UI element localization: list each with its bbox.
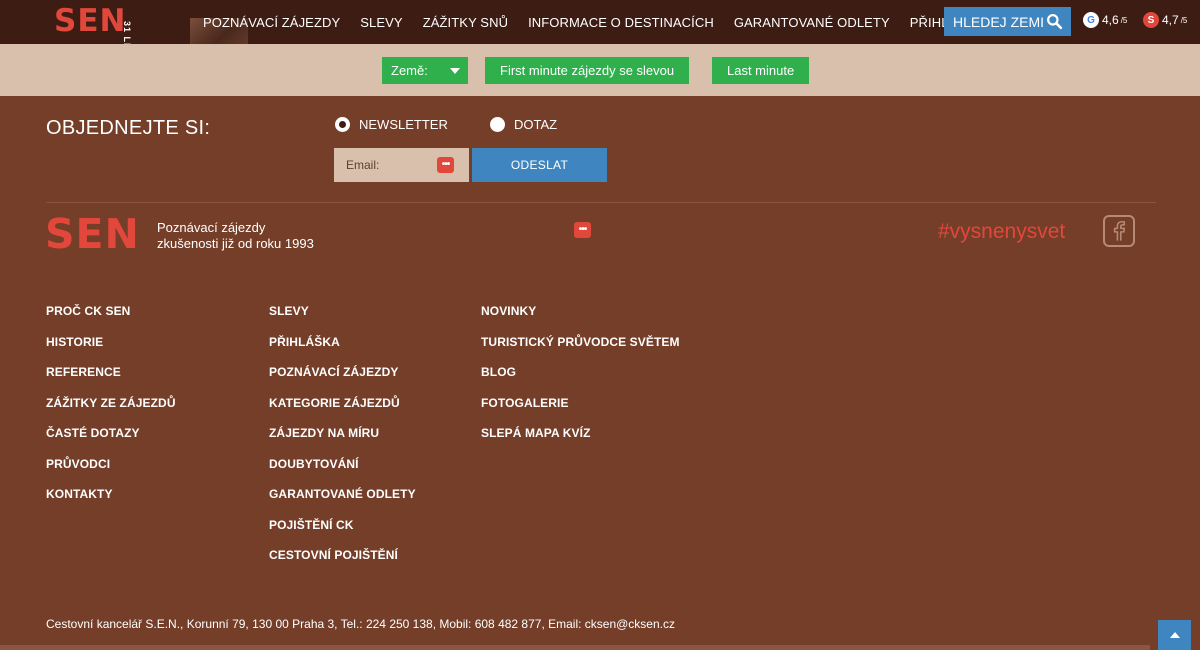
google-rating-value: 4,6 [1102,13,1119,27]
footer-link: NOVINKY [481,304,680,335]
country-select[interactable]: Země: [382,57,468,84]
tagline-line-1: Poznávací zájezdy [157,220,266,235]
link-kategorie-zajezdu[interactable]: KATEGORIE ZÁJEZDŮ [269,396,400,410]
nav-garantovane-odlety[interactable]: GARANTOVANÉ ODLETY [724,15,900,30]
country-select-label: Země: [391,63,428,78]
footer-link: CESTOVNÍ POJIŠTĚNÍ [269,548,416,579]
footer-link: PRŮVODCI [46,457,176,488]
footer-link: ZÁJEZDY NA MÍRU [269,426,416,457]
footer-link: ZÁŽITKY ZE ZÁJEZDŮ [46,396,176,427]
google-rating-scale: /5 [1120,15,1128,25]
link-fotogalerie[interactable]: FOTOGALERIE [481,396,569,410]
tagline: Poznávací zájezdy zkušenosti již od roku… [157,220,314,252]
radio-newsletter[interactable]: NEWSLETTER [335,117,448,132]
chevron-down-icon [450,68,460,74]
search-country-button[interactable]: HLEDEJ ZEMI [944,7,1071,36]
link-caste-dotazy[interactable]: ČASTÉ DOTAZY [46,426,140,440]
nav-slevy[interactable]: SLEVY [350,15,412,30]
company-address: Cestovní kancelář S.E.N., Korunní 79, 13… [46,617,675,631]
footer-link: DOUBYTOVÁNÍ [269,457,416,488]
facebook-icon[interactable] [1103,215,1135,247]
link-pruvodci[interactable]: PRŮVODCI [46,457,110,471]
footer-link: POZNÁVACÍ ZÁJEZDY [269,365,416,396]
link-prihlaska[interactable]: PŘIHLÁŠKA [269,335,340,349]
filter-bar: Země: First minute zájezdy se slevou Las… [0,44,1200,96]
site-logo[interactable]: SEN 31 LET [50,0,166,57]
link-pojisteni-ck[interactable]: POJIŠTĚNÍ CK [269,518,354,532]
footer-links-col1: PROČ CK SEN HISTORIE REFERENCE ZÁŽITKY Z… [46,304,176,518]
link-cestovni-pojisteni[interactable]: CESTOVNÍ POJIŠTĚNÍ [269,548,398,562]
link-turisticky-pruvodce[interactable]: TURISTICKÝ PRŮVODCE SVĚTEM [481,335,680,349]
link-historie[interactable]: HISTORIE [46,335,103,349]
nav-informace-o-destinacich[interactable]: INFORMACE O DESTINACÍCH [518,15,724,30]
link-novinky[interactable]: NOVINKY [481,304,536,318]
order-title: OBJEDNEJTE SI: [46,117,211,139]
scroll-to-top-button[interactable] [1158,620,1191,650]
search-icon [1047,14,1063,30]
footer-link: TURISTICKÝ PRŮVODCE SVĚTEM [481,335,680,366]
footer-link: KATEGORIE ZÁJEZDŮ [269,396,416,427]
footer-logo[interactable]: SEN [45,210,140,258]
link-poznavaci-zajezdy[interactable]: POZNÁVACÍ ZÁJEZDY [269,365,399,379]
footer-links-col3: NOVINKY TURISTICKÝ PRŮVODCE SVĚTEM BLOG … [481,304,680,457]
link-kontakty[interactable]: KONTAKTY [46,487,113,501]
bottom-strip [0,645,1150,650]
link-slevy[interactable]: SLEVY [269,304,309,318]
last-minute-button[interactable]: Last minute [712,57,810,84]
nav-zazitky-snu[interactable]: ZÁŽITKY SNŮ [413,15,518,30]
first-minute-button[interactable]: First minute zájezdy se slevou [485,57,690,84]
link-slepa-mapa-kviz[interactable]: SLEPÁ MAPA KVÍZ [481,426,591,440]
footer-link: PROČ CK SEN [46,304,176,335]
radio-dotaz[interactable]: DOTAZ [490,117,557,132]
footer-links-col2: SLEVY PŘIHLÁŠKA POZNÁVACÍ ZÁJEZDY KATEGO… [269,304,416,579]
divider [46,202,1156,203]
tagline-line-2: zkušenosti již od roku 1993 [157,236,314,251]
footer-link: PŘIHLÁŠKA [269,335,416,366]
logo-text: SEN [54,3,127,39]
sen-rating-icon: S [1143,12,1159,28]
google-icon: G [1083,12,1099,28]
footer-link: HISTORIE [46,335,176,366]
password-manager-icon[interactable]: ••• [437,157,454,173]
footer-link: KONTAKTY [46,487,176,518]
sen-rating[interactable]: S 4,7 /5 [1143,12,1187,28]
radio-checked-icon [335,117,350,132]
extension-icon[interactable]: ••• [574,222,591,238]
footer-link: SLEVY [269,304,416,335]
footer-link: ČASTÉ DOTAZY [46,426,176,457]
search-country-label: HLEDEJ ZEMI [953,13,1045,30]
link-blog[interactable]: BLOG [481,365,516,379]
radio-dotaz-label: DOTAZ [514,117,558,132]
link-zazitky-ze-zajezdu[interactable]: ZÁŽITKY ZE ZÁJEZDŮ [46,396,176,410]
link-zajezdy-na-miru[interactable]: ZÁJEZDY NA MÍRU [269,426,379,440]
footer-link: SLEPÁ MAPA KVÍZ [481,426,680,457]
sen-rating-value: 4,7 [1162,13,1179,27]
footer-link: BLOG [481,365,680,396]
link-doubytovani[interactable]: DOUBYTOVÁNÍ [269,457,359,471]
google-rating[interactable]: G 4,6 /5 [1083,12,1127,28]
link-proc-ck-sen[interactable]: PROČ CK SEN [46,304,130,318]
main-nav: POZNÁVACÍ ZÁJEZDY SLEVY ZÁŽITKY SNŮ INFO… [193,0,994,44]
link-reference[interactable]: REFERENCE [46,365,121,379]
footer-link: GARANTOVANÉ ODLETY [269,487,416,518]
hashtag[interactable]: #vysnenysvet [938,220,1065,244]
footer-link: POJIŠTĚNÍ CK [269,518,416,549]
top-navigation-bar: SEN 31 LET POZNÁVACÍ ZÁJEZDY SLEVY ZÁŽIT… [0,0,1200,57]
link-garantovane-odlety[interactable]: GARANTOVANÉ ODLETY [269,487,416,501]
footer-link: REFERENCE [46,365,176,396]
sen-rating-scale: /5 [1180,15,1188,25]
radio-newsletter-label: NEWSLETTER [359,117,448,132]
submit-button[interactable]: ODESLAT [472,148,607,182]
footer-link: FOTOGALERIE [481,396,680,427]
nav-poznavaci-zajezdy[interactable]: POZNÁVACÍ ZÁJEZDY [193,15,350,30]
radio-unchecked-icon [490,117,505,132]
